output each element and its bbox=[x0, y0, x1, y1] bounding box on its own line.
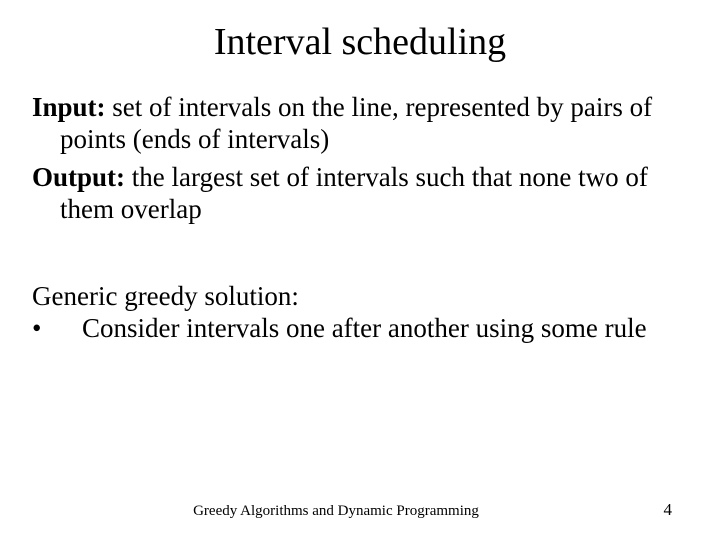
slide-footer: Greedy Algorithms and Dynamic Programmin… bbox=[0, 503, 720, 520]
bullet-icon: • bbox=[60, 313, 82, 345]
input-paragraph: Input: set of intervals on the line, rep… bbox=[32, 92, 688, 156]
input-label: Input: bbox=[32, 92, 106, 122]
output-label: Output: bbox=[32, 162, 125, 192]
output-text: the largest set of intervals such that n… bbox=[60, 162, 648, 224]
slide-body: Input: set of intervals on the line, rep… bbox=[32, 92, 688, 345]
page-number: 4 bbox=[664, 500, 673, 520]
bullet-text: Consider intervals one after another usi… bbox=[82, 313, 647, 343]
spacer bbox=[32, 231, 688, 281]
generic-heading: Generic greedy solution: bbox=[32, 281, 688, 313]
bullet-item: •Consider intervals one after another us… bbox=[32, 313, 688, 345]
input-text: set of intervals on the line, represente… bbox=[60, 92, 652, 154]
footer-title: Greedy Algorithms and Dynamic Programmin… bbox=[0, 503, 672, 520]
slide-title: Interval scheduling bbox=[32, 20, 688, 64]
slide: Interval scheduling Input: set of interv… bbox=[0, 0, 720, 540]
output-paragraph: Output: the largest set of intervals suc… bbox=[32, 162, 688, 226]
